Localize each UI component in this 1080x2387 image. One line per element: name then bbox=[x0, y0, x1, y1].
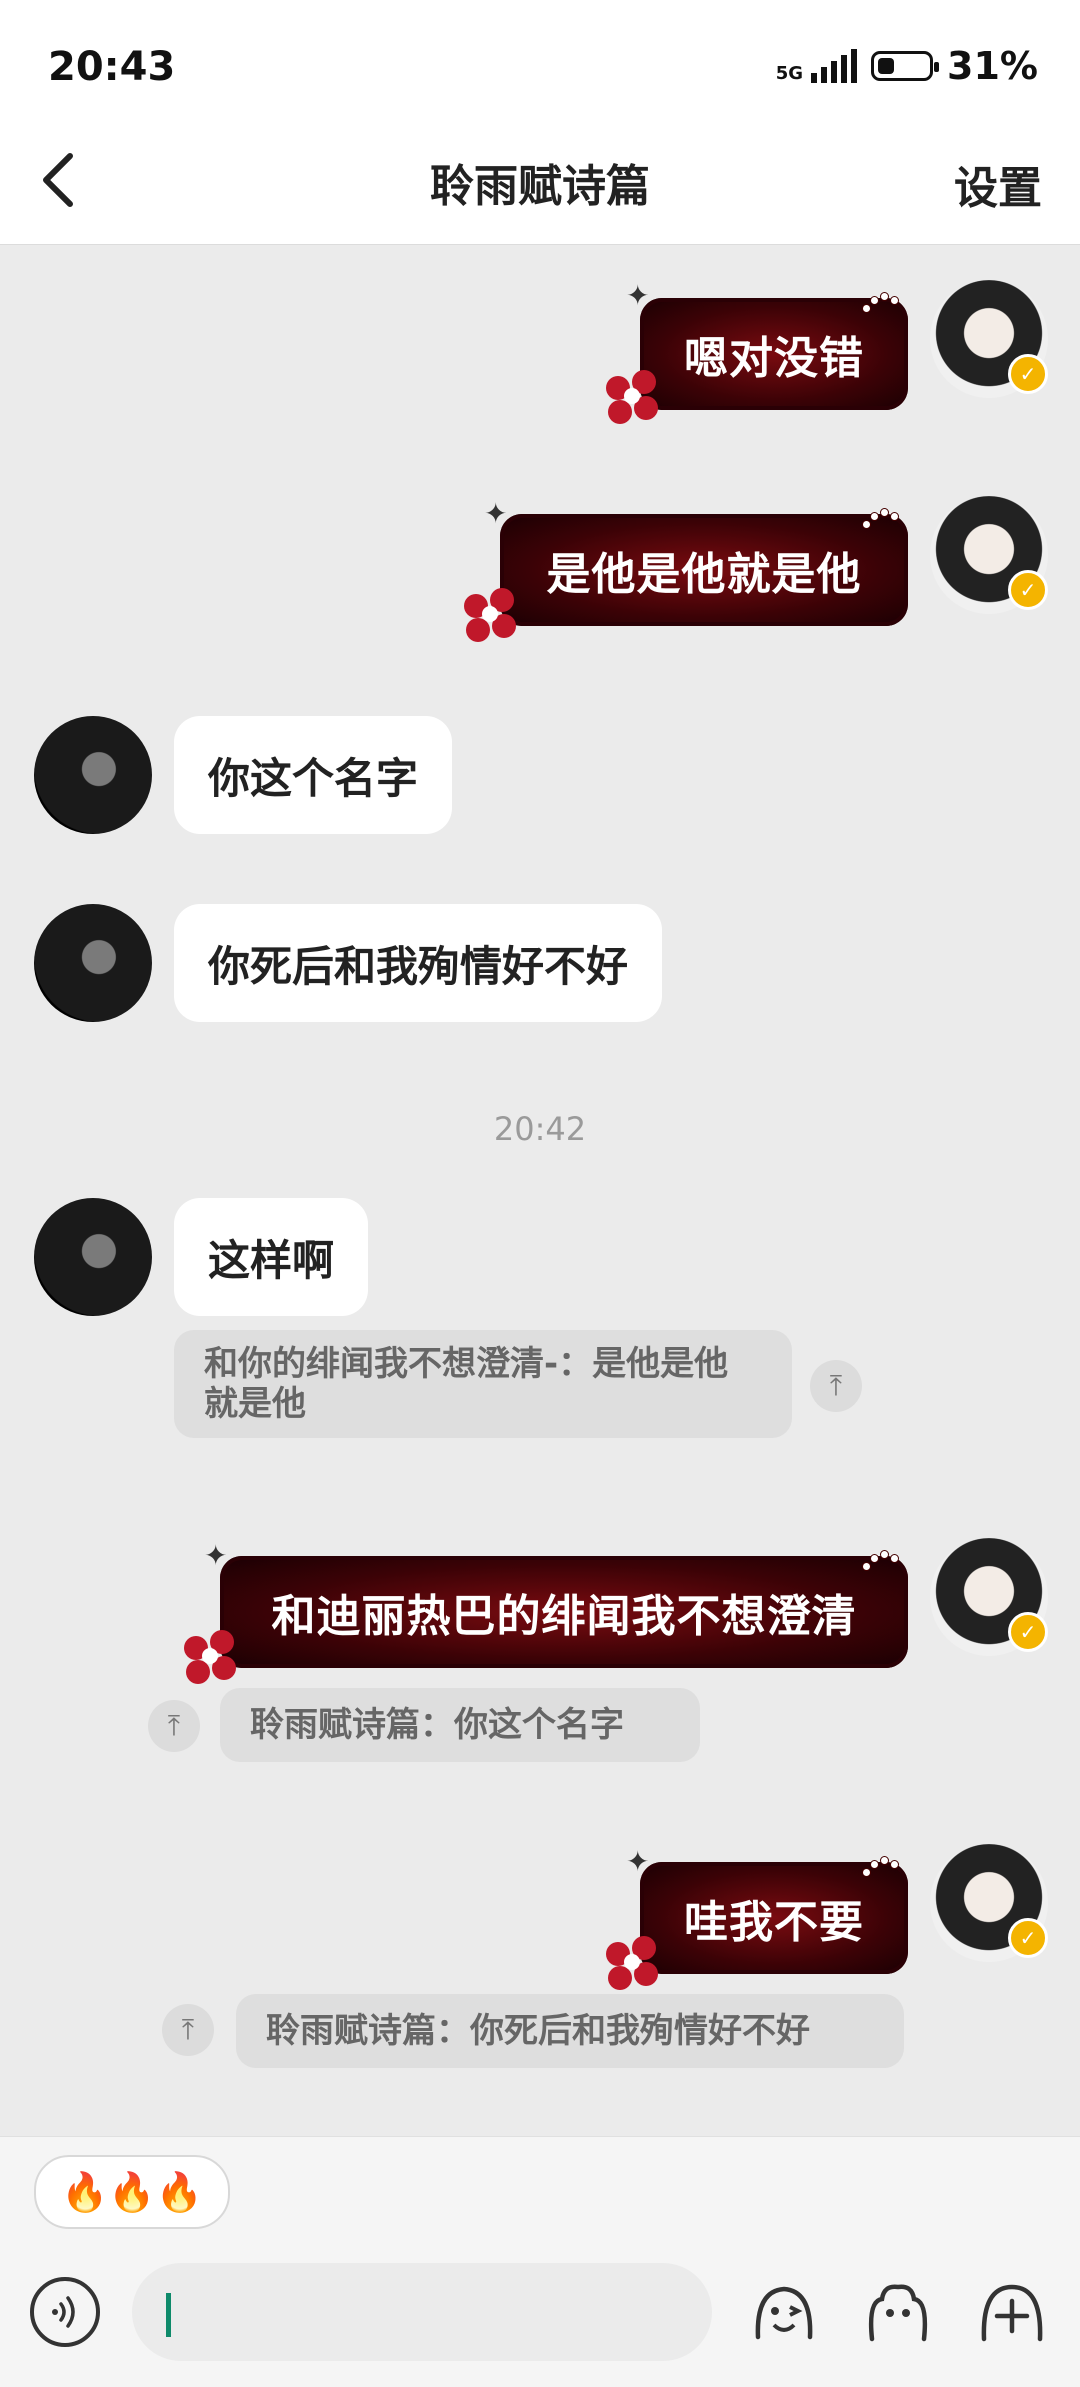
quote-text: 聆雨赋诗篇：你这个名字 bbox=[250, 1705, 624, 1745]
sticker-icon[interactable] bbox=[862, 2277, 934, 2349]
message-timestamp: 20:42 bbox=[493, 1110, 587, 1148]
emoji-face-icon[interactable] bbox=[748, 2277, 820, 2349]
sent-bubble[interactable]: 哇我不要 bbox=[640, 1856, 908, 1974]
avatar[interactable] bbox=[34, 716, 152, 834]
quoted-reply[interactable]: 聆雨赋诗篇：你这个名字 bbox=[220, 1688, 700, 1762]
flower-icon bbox=[184, 1630, 238, 1684]
quoted-reply[interactable]: 聆雨赋诗篇：你死后和我殉情好不好 bbox=[236, 1994, 904, 2068]
status-time: 20:43 bbox=[48, 44, 176, 90]
top-bar: 20:43 5G 31% 聆雨赋诗篇 设置 bbox=[0, 0, 1080, 245]
quick-reply-text: 🔥🔥🔥 bbox=[61, 2169, 203, 2214]
received-bubble[interactable]: 你死后和我殉情好不好 bbox=[174, 904, 663, 1022]
verified-badge-icon: ✓ bbox=[1008, 354, 1048, 394]
quick-reply-chip[interactable]: 🔥🔥🔥 bbox=[34, 2155, 230, 2229]
quote-text: 聆雨赋诗篇：你死后和我殉情好不好 bbox=[266, 2011, 810, 2051]
network-type: 5G bbox=[775, 63, 804, 84]
signal-icon: 5G bbox=[775, 49, 858, 84]
message-text: 是他是他就是他 bbox=[546, 549, 862, 600]
message-text: 你死后和我殉情好不好 bbox=[208, 941, 629, 991]
quote-up-icon[interactable]: ⤒ bbox=[810, 1360, 862, 1412]
verified-badge-icon: ✓ bbox=[1008, 1918, 1048, 1958]
verified-badge-icon: ✓ bbox=[1008, 570, 1048, 610]
received-bubble[interactable]: 你这个名字 bbox=[174, 716, 453, 834]
status-icons: 5G 31% bbox=[776, 44, 1038, 88]
sent-bubble[interactable]: 嗯对没错 bbox=[640, 292, 908, 410]
sparkle-icon: ✦ bbox=[626, 279, 650, 312]
settings-button[interactable]: 设置 bbox=[954, 152, 1042, 216]
sparkle-icon: ✦ bbox=[626, 1845, 650, 1878]
add-icon[interactable] bbox=[976, 2277, 1048, 2349]
page-title: 聆雨赋诗篇 bbox=[430, 161, 650, 212]
battery-icon bbox=[871, 51, 940, 81]
verified-badge-icon: ✓ bbox=[1008, 1612, 1048, 1652]
quote-up-icon[interactable]: ⤒ bbox=[148, 1700, 200, 1752]
avatar[interactable] bbox=[34, 1198, 152, 1316]
received-bubble[interactable]: 这样啊 bbox=[174, 1198, 369, 1316]
quote-up-icon[interactable]: ⤒ bbox=[162, 2004, 214, 2056]
voice-icon[interactable] bbox=[30, 2277, 100, 2347]
text-caret bbox=[166, 2293, 171, 2337]
sent-bubble[interactable]: 是他是他就是他 bbox=[500, 508, 908, 626]
message-text: 这样啊 bbox=[208, 1235, 335, 1285]
message-text: 和迪丽热巴的绯闻我不想澄清 bbox=[271, 1591, 857, 1642]
sent-bubble[interactable]: 和迪丽热巴的绯闻我不想澄清 bbox=[220, 1550, 908, 1668]
battery-percent: 31% bbox=[947, 44, 1038, 88]
flower-icon bbox=[606, 370, 660, 424]
message-text: 你这个名字 bbox=[208, 753, 419, 803]
composer: 🔥🔥🔥 bbox=[0, 2136, 1080, 2387]
quoted-reply[interactable]: 和你的绯闻我不想澄清-：是他是他就是他 bbox=[174, 1330, 792, 1438]
sparkle-icon: ✦ bbox=[204, 1539, 228, 1572]
message-input[interactable] bbox=[132, 2263, 712, 2361]
sparkle-icon: ✦ bbox=[484, 497, 508, 530]
avatar[interactable] bbox=[34, 904, 152, 1022]
flower-icon bbox=[606, 1936, 660, 1990]
flower-icon bbox=[464, 588, 518, 642]
quote-text: 和你的绯闻我不想澄清-：是他是他就是他 bbox=[204, 1344, 729, 1424]
